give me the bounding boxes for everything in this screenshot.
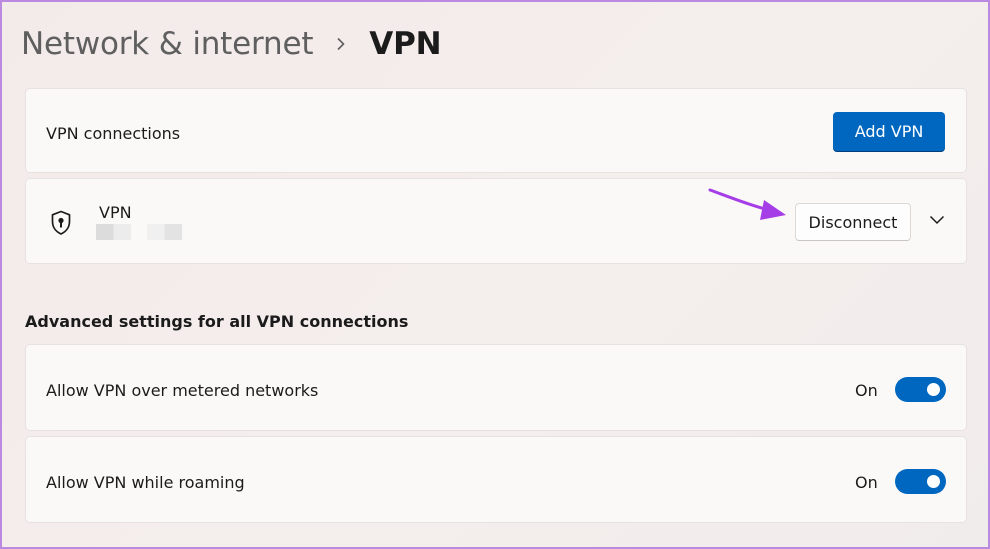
breadcrumb: Network & internet VPN (21, 22, 442, 66)
annotation-arrow-icon (708, 188, 786, 220)
disconnect-button[interactable]: Disconnect (795, 203, 911, 241)
metered-networks-toggle[interactable] (895, 377, 946, 402)
roaming-setting: Allow VPN while roaming On (25, 436, 967, 523)
vpn-connections-card: VPN connections Add VPN (25, 88, 967, 173)
metered-networks-state: On (855, 381, 878, 400)
metered-networks-setting: Allow VPN over metered networks On (25, 344, 967, 431)
roaming-state: On (855, 473, 878, 492)
redacted-detail (96, 224, 131, 240)
redacted-detail (147, 224, 182, 240)
breadcrumb-parent[interactable]: Network & internet (21, 26, 313, 62)
chevron-down-icon[interactable] (928, 213, 946, 227)
vpn-name: VPN (99, 203, 132, 222)
roaming-toggle[interactable] (895, 469, 946, 494)
toggle-knob (927, 475, 940, 488)
metered-networks-label: Allow VPN over metered networks (46, 381, 319, 400)
chevron-right-icon (313, 37, 369, 51)
page-title: VPN (369, 26, 442, 62)
toggle-knob (927, 383, 940, 396)
vpn-connection-item[interactable]: VPN Disconnect (25, 178, 967, 264)
roaming-label: Allow VPN while roaming (46, 473, 245, 492)
add-vpn-button[interactable]: Add VPN (833, 112, 945, 151)
vpn-connections-label: VPN connections (46, 124, 181, 143)
shield-lock-icon (50, 210, 72, 236)
advanced-settings-heading: Advanced settings for all VPN connection… (25, 312, 409, 331)
